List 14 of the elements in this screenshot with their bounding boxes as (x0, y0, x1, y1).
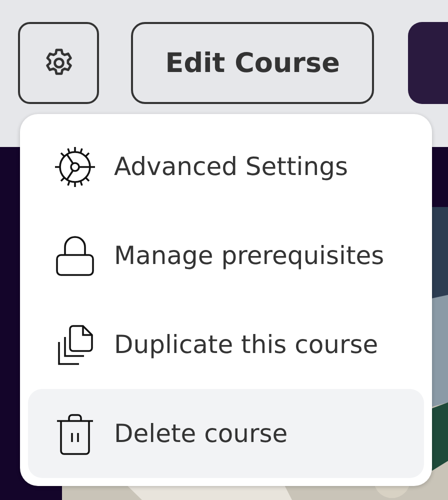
edit-course-button[interactable]: Edit Course (131, 22, 374, 104)
menu-item-label: Duplicate this course (114, 330, 378, 359)
menu-item[interactable]: Delete course (28, 389, 424, 478)
menu-item[interactable]: Duplicate this course (28, 300, 424, 389)
menu-item[interactable]: Manage prerequisites (28, 211, 424, 300)
lock-icon (54, 234, 96, 276)
menu-item[interactable]: Advanced Settings (28, 122, 424, 211)
settings-button[interactable] (18, 22, 100, 104)
menu-item-label: Delete course (114, 419, 288, 448)
menu-item-label: Manage prerequisites (114, 241, 384, 270)
primary-button[interactable] (408, 22, 448, 104)
menu-item-label: Advanced Settings (114, 152, 348, 181)
dial-icon (54, 146, 96, 188)
trash-icon (54, 412, 96, 454)
